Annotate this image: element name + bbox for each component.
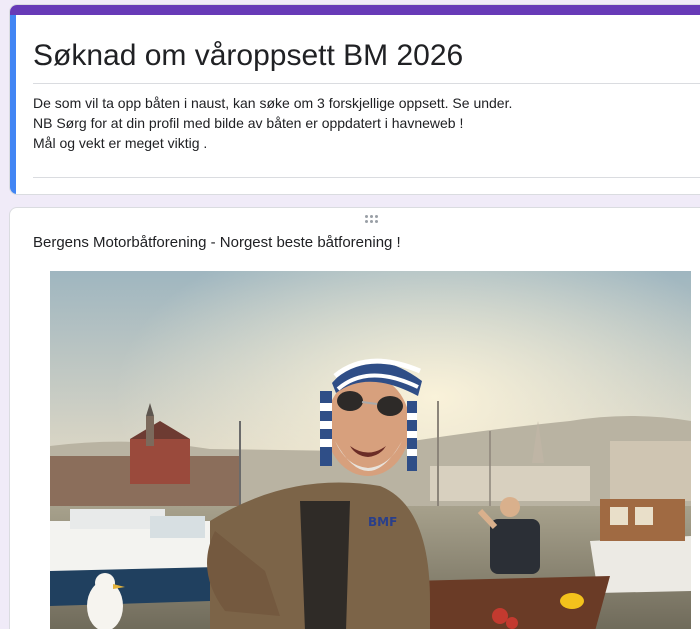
image-item-title: Bergens Motorbåtforening - Norgest beste… [33,234,401,251]
form-description: De som vil ta opp båten i naust, kan søk… [33,93,693,153]
description-divider [33,177,700,178]
image-item-card: Bergens Motorbåtforening - Norgest beste… [9,207,700,629]
form-page: Søknad om våroppsett BM 2026 De som vil … [0,0,700,629]
description-line: NB Sørg for at din profil med bilde av b… [33,115,464,131]
form-title: Søknad om våroppsett BM 2026 [33,39,464,72]
drag-handle-icon[interactable] [365,215,381,225]
description-line: Mål og vekt er meget viktig . [33,135,208,151]
harbor-photo: BMF [50,271,691,629]
description-line: De som vil ta opp båten i naust, kan søk… [33,95,513,111]
form-header-card: Søknad om våroppsett BM 2026 De som vil … [9,4,700,195]
jacket-logo: BMF [368,515,397,529]
header-color-bar [10,5,700,15]
header-focus-accent [10,15,16,194]
title-divider [33,83,700,84]
